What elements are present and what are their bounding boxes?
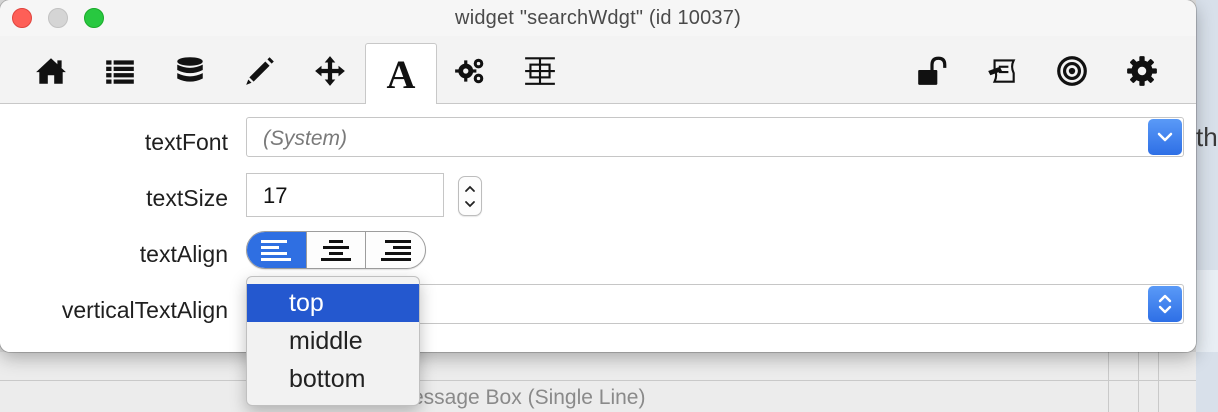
settings-icon[interactable] <box>1122 46 1162 96</box>
home-icon[interactable] <box>31 46 71 96</box>
align-right-button[interactable] <box>365 232 425 268</box>
divider <box>1158 352 1159 412</box>
property-inspector-window: widget "searchWdgt" (id 10037) A textFon… <box>0 0 1196 352</box>
textSize-value: 17 <box>263 183 288 208</box>
align-center-icon <box>321 240 351 261</box>
menu-item-top[interactable]: top <box>247 284 419 322</box>
move-icon[interactable] <box>310 46 350 96</box>
verticalTextAlign-menu: top middle bottom <box>246 276 420 406</box>
window-title: widget "searchWdgt" (id 10037) <box>455 7 741 29</box>
script-icon[interactable] <box>982 46 1022 96</box>
title-bar[interactable]: widget "searchWdgt" (id 10037) <box>0 0 1196 36</box>
align-center-button[interactable] <box>305 232 366 268</box>
menu-item-bottom[interactable]: bottom <box>247 360 419 398</box>
menu-item-middle[interactable]: middle <box>247 322 419 360</box>
textSize-input[interactable]: 17 <box>246 173 444 217</box>
tab-text[interactable]: A <box>365 43 437 105</box>
database-icon[interactable] <box>170 46 210 96</box>
textFont-label: textFont <box>144 129 228 155</box>
gears-icon[interactable] <box>450 46 490 96</box>
stepper-up-icon[interactable] <box>464 185 476 193</box>
background-panel-strip <box>1196 270 1218 352</box>
align-left-icon <box>261 240 292 261</box>
chevron-down-icon[interactable] <box>1148 119 1182 155</box>
divider <box>1138 352 1139 412</box>
divider <box>0 380 1196 381</box>
geometry-icon[interactable] <box>520 46 560 96</box>
list-icon[interactable] <box>100 46 140 96</box>
chevron-updown-icon[interactable] <box>1148 286 1182 322</box>
inspector-toolbar: A <box>0 36 1196 105</box>
background-text: th <box>1196 122 1218 152</box>
textAlign-segmented-control <box>246 231 426 269</box>
text-properties-panel: textFont (System) textSize 17 textAlign <box>0 104 1196 352</box>
pencil-icon[interactable] <box>240 46 280 96</box>
text-icon: A <box>386 52 416 97</box>
divider <box>1108 352 1109 412</box>
align-left-button[interactable] <box>247 232 306 268</box>
textSize-label: textSize <box>146 185 228 211</box>
textSize-stepper[interactable] <box>458 176 482 216</box>
unlock-icon[interactable] <box>912 46 952 96</box>
align-right-icon <box>380 240 411 261</box>
textFont-value: (System) <box>263 127 347 150</box>
verticalTextAlign-label: verticalTextAlign <box>61 297 228 323</box>
textAlign-label: textAlign <box>139 241 228 267</box>
textFont-popup[interactable]: (System) <box>246 117 1184 157</box>
background-label: essage Box (Single Line) <box>412 386 646 409</box>
target-icon[interactable] <box>1052 46 1092 96</box>
stepper-down-icon[interactable] <box>464 200 476 208</box>
